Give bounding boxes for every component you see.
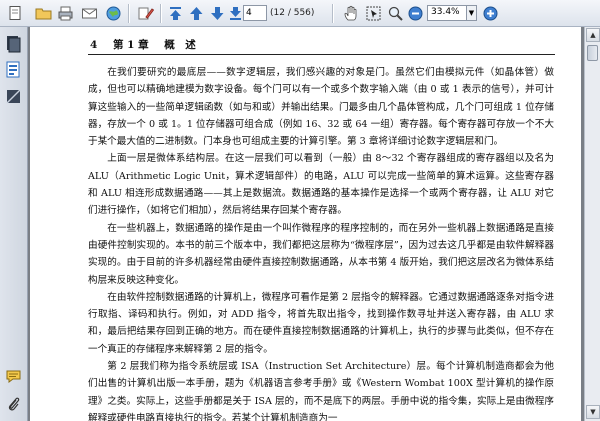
document-icon[interactable] <box>6 4 25 23</box>
page-number-input[interactable] <box>243 5 267 21</box>
page-number: 4 <box>90 39 98 51</box>
email-icon[interactable] <box>80 4 99 23</box>
select-tool-icon[interactable] <box>364 4 383 23</box>
zoom-out-icon[interactable] <box>406 4 425 23</box>
paragraph: 在我们要研究的最底层——数字逻辑层，我们感兴趣的对象是门。虽然它们由模拟元件（如… <box>88 67 554 148</box>
next-page-icon[interactable] <box>208 4 227 23</box>
page-count: (12 / 556) <box>270 8 315 18</box>
hand-tool-icon[interactable] <box>342 4 361 23</box>
paragraph: 上面一层是微体系结构层。在这一层我们可以看到（一般）由 8～32 个寄存器组成的… <box>88 153 554 217</box>
navigation-pane <box>0 27 28 421</box>
open-folder-icon[interactable] <box>34 4 53 23</box>
zoom-tool-icon[interactable] <box>386 4 405 23</box>
paragraph: 在由软件控制数据通路的计算机上，微程序可看作是第 2 层指令的解释器。它通过数据… <box>88 291 554 355</box>
edit-icon[interactable] <box>136 4 155 23</box>
page-header: 4 第 1 章 概 述 <box>90 37 560 52</box>
scroll-up-icon[interactable]: ▲ <box>586 28 600 42</box>
paragraph: 在一些机器上，数据通路的操作是由一个叫作微程序的程序控制的，而在另外一些机器上数… <box>88 222 554 286</box>
globe-icon[interactable] <box>104 4 123 23</box>
page-body: 在我们要研究的最底层——数字逻辑层，我们感兴趣的对象是门。虽然它们由模拟元件（如… <box>88 64 554 421</box>
zoom-dropdown-icon[interactable]: ▼ <box>467 5 477 21</box>
previous-page-icon[interactable] <box>187 4 206 23</box>
vertical-scrollbar[interactable]: ▲ ▼ <box>584 27 600 421</box>
print-icon[interactable] <box>56 4 75 23</box>
attachments-icon[interactable] <box>5 87 22 106</box>
bookmarks-icon[interactable] <box>5 60 22 79</box>
scroll-thumb[interactable] <box>587 45 598 61</box>
scroll-down-icon[interactable]: ▼ <box>586 405 600 419</box>
chapter-label: 第 1 章 <box>112 39 149 51</box>
paperclip-icon[interactable] <box>5 395 22 414</box>
zoom-input[interactable]: 33.4% <box>427 5 467 21</box>
zoom-in-icon[interactable] <box>481 4 500 23</box>
first-page-icon[interactable] <box>166 4 185 23</box>
chapter-title: 概 述 <box>164 39 196 51</box>
pages-icon[interactable] <box>5 34 22 53</box>
toolbar: (12 / 556) 33.4% ▼ <box>0 0 600 27</box>
comments-icon[interactable] <box>5 367 22 386</box>
pdf-page: 4 第 1 章 概 述 在我们要研究的最底层——数字逻辑层，我们感兴趣的对象是门… <box>30 27 581 421</box>
paragraph: 第 2 层我们称为指令系统层或 ISA（Instruction Set Arch… <box>88 361 554 421</box>
document-view[interactable]: 4 第 1 章 概 述 在我们要研究的最底层——数字逻辑层，我们感兴趣的对象是门… <box>28 27 584 421</box>
header-rule <box>88 54 555 55</box>
